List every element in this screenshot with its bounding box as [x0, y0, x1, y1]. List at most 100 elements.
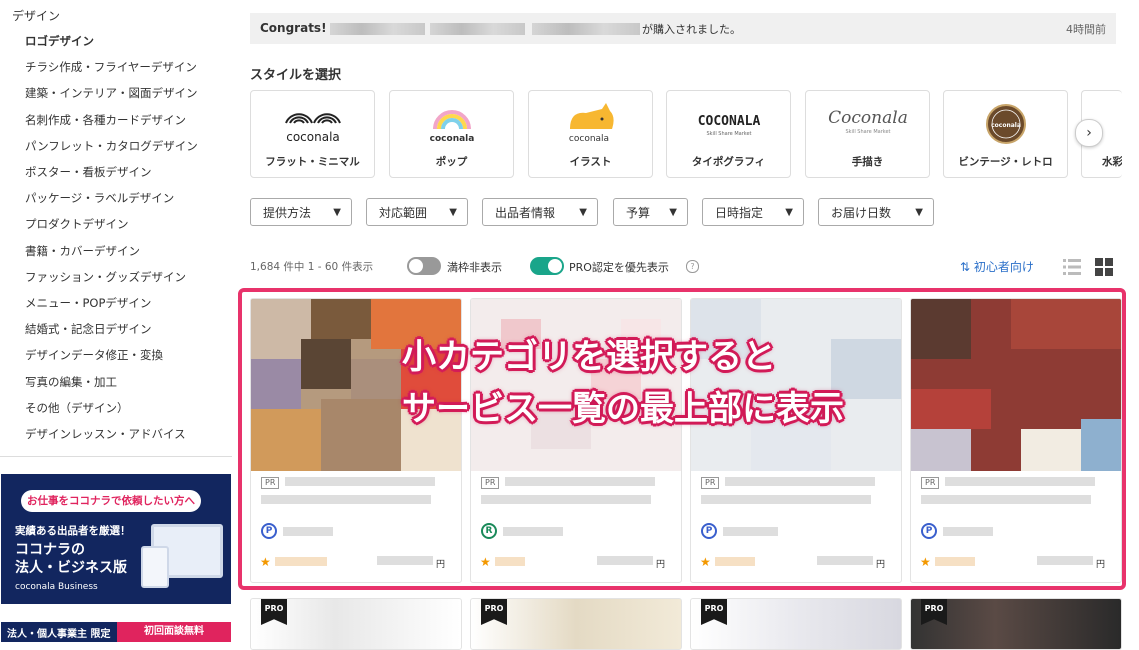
toggle-pro-first-label: PRO認定を優先表示 — [569, 261, 669, 274]
filter-date[interactable]: 日時指定 ▼ — [702, 198, 804, 226]
sidebar-item[interactable]: その他（デザイン） — [25, 400, 129, 416]
category-sidebar: デザイン ロゴデザインチラシ作成・フライヤーデザイン 建築・インテリア・図面デザイ… — [0, 0, 232, 642]
list-view-icon[interactable] — [1062, 257, 1082, 277]
banner-strip-right: 初回面談無料 — [117, 622, 231, 642]
phone-icon — [141, 546, 169, 588]
banner-pill: お仕事をココナラで依頼したい方へ — [21, 490, 201, 512]
svg-text:coconala: coconala — [429, 134, 474, 144]
service-card[interactable]: PRO — [910, 598, 1122, 650]
annotation-line1: 小カテゴリを選択すると — [402, 337, 776, 377]
style-label: フラット・ミニマル — [265, 156, 360, 168]
style-card-illustration[interactable]: coconala イラスト — [528, 90, 653, 178]
results-count: 1,684 件中 1 - 60 件表示 — [250, 261, 374, 273]
banner-line2: ココナラの — [15, 542, 85, 558]
style-card-flat[interactable]: coconala フラット・ミニマル — [250, 90, 375, 178]
notice-message: が購入されました。 — [642, 23, 741, 36]
svg-text:coconala: coconala — [286, 130, 340, 144]
sidebar-parent-category[interactable]: デザイン — [12, 7, 60, 24]
sort-selector[interactable]: ⇅ 初心者向け — [960, 258, 1034, 275]
sidebar-item[interactable]: パンフレット・カタログデザイン — [25, 138, 198, 154]
style-card-handwritten[interactable]: Coconala Skill Share Market 手描き — [805, 90, 930, 178]
pro-tag: PRO — [921, 599, 947, 625]
style-label: タイポグラフィ — [691, 156, 766, 168]
sidebar-divider — [0, 456, 232, 457]
chevron-right-icon[interactable]: › — [1075, 119, 1103, 147]
rainbow-arches-icon: coconala — [251, 99, 374, 149]
sidebar-item[interactable]: プロダクトデザイン — [25, 216, 129, 232]
sidebar-item[interactable]: ポスター・看板デザイン — [25, 164, 152, 180]
sidebar-item[interactable]: デザインデータ修正・変換 — [25, 347, 163, 363]
toggle-hide-full[interactable] — [407, 257, 441, 275]
blurred-text — [330, 23, 425, 35]
sort-label: 初心者向け — [973, 260, 1034, 274]
help-icon[interactable]: ? — [686, 260, 699, 273]
blurred-text — [430, 23, 525, 35]
sidebar-item[interactable]: デザインレッスン・アドバイス — [25, 426, 186, 442]
filter-budget[interactable]: 予算 ▼ — [613, 198, 688, 226]
style-card-vintage[interactable]: coconala ビンテージ・レトロ — [943, 90, 1068, 178]
style-label: イラスト — [569, 156, 612, 168]
filter-label: 提供方法 — [263, 206, 312, 220]
sidebar-item[interactable]: メニュー・POPデザイン — [25, 295, 151, 311]
sidebar-item[interactable]: ロゴデザイン — [25, 33, 94, 49]
cat-illustration-icon: coconala — [529, 99, 652, 149]
sidebar-item[interactable]: 結婚式・記念日デザイン — [25, 321, 152, 337]
svg-text:Skill Share Market: Skill Share Market — [845, 129, 890, 135]
service-card[interactable]: PRO — [470, 598, 682, 650]
sidebar-item[interactable]: 写真の編集・加工 — [25, 374, 117, 390]
sidebar-item[interactable]: 書籍・カバーデザイン — [25, 243, 140, 259]
handwritten-logo: Coconala Skill Share Market — [806, 99, 929, 149]
svg-text:coconala: coconala — [991, 122, 1021, 129]
notice-congrats: Congrats! — [260, 21, 327, 35]
typography-logo: COCONALA Skill Share Market — [667, 99, 790, 149]
chevron-down-icon: ▼ — [579, 207, 587, 218]
filter-label: 出品者情報 — [495, 206, 556, 220]
style-label: 手描き — [851, 156, 884, 168]
filter-delivery-days[interactable]: お届け日数 ▼ — [818, 198, 934, 226]
style-heading: スタイルを選択 — [250, 68, 342, 83]
filter-label: 予算 — [626, 206, 651, 220]
chevron-down-icon: ▼ — [333, 207, 341, 218]
toggle-pro-first[interactable] — [530, 257, 564, 275]
toggle-hide-full-label: 満枠非表示 — [447, 261, 502, 274]
sidebar-item[interactable]: チラシ作成・フライヤーデザイン — [25, 59, 197, 75]
grid-view-icon[interactable] — [1094, 257, 1114, 277]
purchase-notice: Congrats! が購入されました。 4時間前 — [250, 13, 1116, 44]
svg-text:coconala: coconala — [568, 134, 608, 144]
banner-line3: 法人・ビジネス版 — [15, 560, 127, 576]
notice-time: 4時間前 — [1066, 23, 1106, 36]
filter-label: 日時指定 — [715, 206, 764, 220]
svg-text:COCONALA: COCONALA — [697, 114, 760, 129]
banner-brand: coconala Business — [15, 582, 98, 592]
svg-text:Coconala: Coconala — [828, 108, 908, 128]
style-card-pop[interactable]: coconala ポップ — [389, 90, 514, 178]
filter-label: 対応範囲 — [379, 206, 428, 220]
blurred-text — [532, 23, 640, 35]
filter-label: お届け日数 — [831, 206, 892, 220]
service-card[interactable]: PRO — [250, 598, 462, 650]
sidebar-item[interactable]: 建築・インテリア・図面デザイン — [25, 85, 198, 101]
pro-tag: PRO — [481, 599, 507, 625]
style-label: ビンテージ・レトロ — [958, 156, 1053, 168]
business-banner-strip[interactable]: 法人・個人事業主 限定 初回面談無料 — [1, 622, 231, 642]
chevron-down-icon: ▼ — [669, 207, 677, 218]
chevron-down-icon: ▼ — [915, 207, 923, 218]
business-banner[interactable]: お仕事をココナラで依頼したい方へ 実績ある出品者を厳選！ ココナラの 法人・ビジ… — [1, 474, 231, 604]
chevron-down-icon: ▼ — [785, 207, 793, 218]
style-card-typography[interactable]: COCONALA Skill Share Market タイポグラフィ — [666, 90, 791, 178]
sidebar-item[interactable]: 名刺作成・各種カードデザイン — [25, 112, 186, 128]
service-card[interactable]: PRO — [690, 598, 902, 650]
banner-strip-left: 法人・個人事業主 限定 — [7, 629, 111, 640]
style-label: ポップ — [435, 156, 468, 168]
filter-scope[interactable]: 対応範囲 ▼ — [366, 198, 468, 226]
filter-delivery-method[interactable]: 提供方法 ▼ — [250, 198, 352, 226]
annotation-line2: サービス一覧の最上部に表示 — [402, 389, 844, 429]
svg-text:Skill Share Market: Skill Share Market — [706, 131, 751, 137]
sidebar-item[interactable]: ファッション・グッズデザイン — [25, 269, 186, 285]
sort-arrows-icon: ⇅ — [960, 260, 974, 274]
pop-rainbow-icon: coconala — [390, 99, 513, 149]
sidebar-item[interactable]: パッケージ・ラベルデザイン — [25, 190, 174, 206]
filter-seller-info[interactable]: 出品者情報 ▼ — [482, 198, 598, 226]
pro-tag: PRO — [261, 599, 287, 625]
vintage-badge-icon: coconala — [944, 99, 1067, 149]
